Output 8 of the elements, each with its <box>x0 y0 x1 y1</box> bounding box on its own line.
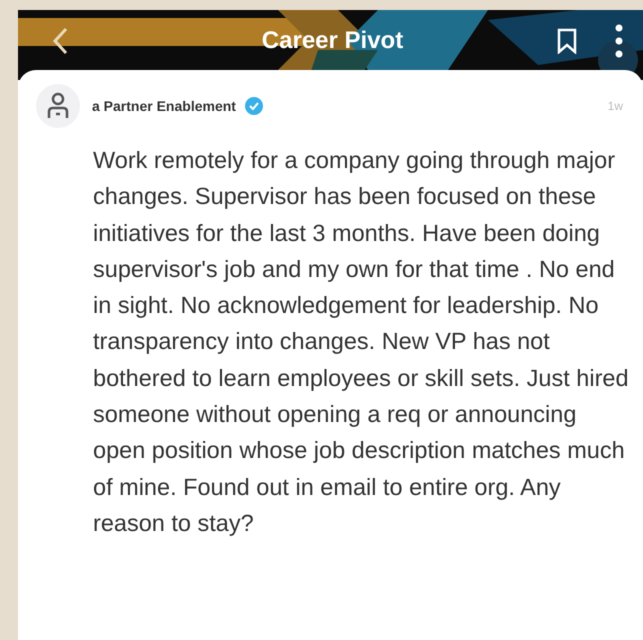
post-time: 1w <box>608 99 623 113</box>
avatar-icon <box>36 84 80 128</box>
more-icon[interactable] <box>615 24 623 58</box>
post-text: Work remotely for a company going through major changes. Supervisor has been focused on these initiatives for the last 3 months. Have been doing supervisor's job and my own for that time . No end in sight. No acknowledgement for leadership. No transparency into changes. New VP has not bothered to learn employees or skill sets. Just hired someone without opening a req or announcing open position whose job description matches much of mine. Found out in email to entire org. Any reason to stay? <box>93 146 630 538</box>
back-icon[interactable] <box>52 27 68 55</box>
page-title: Career Pivot <box>260 27 404 55</box>
author-name[interactable]: a Partner Enablement <box>92 98 236 114</box>
bookmark-icon[interactable] <box>557 28 577 54</box>
